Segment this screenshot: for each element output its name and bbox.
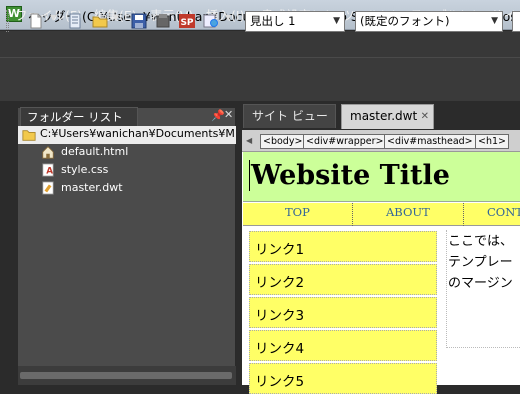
tag-h1[interactable]: <h1> xyxy=(475,134,509,149)
preview-dropdown-arrow-icon[interactable]: ▼ xyxy=(225,13,231,22)
sidebar-link[interactable]: リンク5 xyxy=(249,363,437,394)
sidebar-link-label: リンク3 xyxy=(255,308,305,324)
tab-master-dwt[interactable]: master.dwt ✕ xyxy=(341,104,434,129)
close-icon[interactable]: ✕ xyxy=(224,108,233,121)
font-size-select[interactable] xyxy=(512,11,520,32)
sp-icon[interactable]: SP xyxy=(179,13,195,29)
sidebar-link[interactable]: リンク4 xyxy=(249,330,437,361)
toolbar xyxy=(0,57,520,101)
style-select[interactable]: 見出し 1 ▼ xyxy=(245,11,345,32)
template-file-icon xyxy=(42,181,54,195)
menu-bar xyxy=(0,31,520,57)
file-name: style.css xyxy=(61,163,109,176)
preview-icon[interactable] xyxy=(203,13,219,29)
svg-text:SP: SP xyxy=(180,18,193,28)
css-file-icon: A xyxy=(42,163,54,177)
nav-link-about[interactable]: ABOUT xyxy=(386,205,430,219)
folder-icon[interactable] xyxy=(92,13,108,29)
tag-div-wrapper[interactable]: <div#wrapper> xyxy=(303,134,387,149)
folder-list-tab[interactable]: フォルダー リスト(F) xyxy=(20,107,138,142)
tag-div-masthead[interactable]: <div#masthead> xyxy=(384,134,476,149)
scroll-left-icon[interactable]: ◀ xyxy=(246,136,252,145)
site-title-heading[interactable]: Website Title xyxy=(249,160,450,191)
nav-link-contact[interactable]: CONT xyxy=(487,205,520,219)
new-dropdown-arrow-icon[interactable]: ▼ xyxy=(50,13,56,22)
sidebar-link-label: リンク4 xyxy=(255,341,305,357)
nav-link-top[interactable]: TOP xyxy=(285,205,310,219)
file-item-master-dwt[interactable]: master.dwt xyxy=(40,180,230,198)
font-select[interactable]: (既定のフォント) ▼ xyxy=(355,11,503,32)
sidebar-link[interactable]: リンク2 xyxy=(249,264,437,295)
html-file-icon xyxy=(42,146,54,159)
file-name: default.html xyxy=(61,145,129,158)
file-name: master.dwt xyxy=(61,181,123,194)
open-dropdown-arrow-icon[interactable]: ▼ xyxy=(113,13,119,22)
folder-icon xyxy=(22,130,36,141)
save-icon[interactable] xyxy=(131,13,147,29)
content-line: テンプレー xyxy=(448,255,513,270)
tab-label: master.dwt xyxy=(350,109,418,123)
tab-site-view[interactable]: サイト ビュー xyxy=(243,104,336,128)
close-icon[interactable]: ✕ xyxy=(421,105,429,128)
nav-divider xyxy=(463,203,464,226)
font-select-value: (既定のフォント) xyxy=(360,14,450,28)
svg-text:A: A xyxy=(46,167,53,177)
sidebar-link-label: リンク2 xyxy=(255,275,305,291)
content-text: ここでは、 テンプレー のマージン xyxy=(448,231,520,294)
folder-root-path: C:¥Users¥wanichan¥Documents¥My Web Si xyxy=(40,127,234,140)
content-line: ここでは、 xyxy=(448,234,514,249)
sidebar-link-label: リンク5 xyxy=(255,374,305,390)
open-icon[interactable] xyxy=(67,13,83,29)
sidebar-link-label: リンク1 xyxy=(255,242,305,258)
publish-icon[interactable] xyxy=(155,13,171,29)
content-line: のマージン xyxy=(448,276,513,291)
chevron-down-icon: ▼ xyxy=(333,16,340,26)
pin-icon[interactable]: 📌 xyxy=(211,109,225,122)
style-select-value: 見出し 1 xyxy=(250,14,296,28)
file-item-style-css[interactable]: A style.css xyxy=(40,162,230,180)
toolbar-grip[interactable] xyxy=(6,10,9,32)
nav-divider xyxy=(352,203,353,226)
chevron-down-icon: ▼ xyxy=(491,16,498,26)
tag-body[interactable]: <body> xyxy=(260,134,306,149)
sidebar-link[interactable]: リンク1 xyxy=(249,231,437,262)
horizontal-scrollbar[interactable] xyxy=(20,372,232,379)
sidebar-link[interactable]: リンク3 xyxy=(249,297,437,328)
new-page-icon[interactable] xyxy=(28,13,44,29)
file-item-default-html[interactable]: default.html xyxy=(40,144,230,162)
